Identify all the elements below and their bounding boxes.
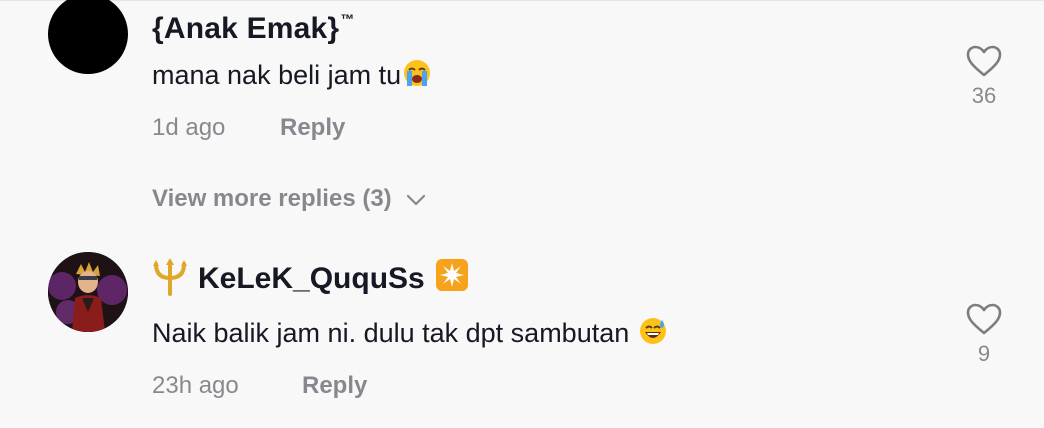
like-button[interactable]: 9 bbox=[962, 302, 1006, 367]
heart-icon bbox=[966, 303, 1002, 335]
avatar[interactable] bbox=[48, 0, 128, 74]
anime-character-avatar-image bbox=[48, 252, 128, 332]
like-button[interactable]: 36 bbox=[962, 44, 1006, 109]
like-count: 9 bbox=[977, 341, 991, 366]
comment-username[interactable]: {Anak Emak}™ bbox=[152, 2, 355, 46]
trademark-sign: ™ bbox=[340, 11, 355, 27]
eight-pointed-star-icon bbox=[435, 259, 468, 291]
view-more-label: View more replies (3) bbox=[152, 185, 392, 212]
grinning-face-with-sweat-icon bbox=[639, 318, 666, 344]
like-count: 36 bbox=[971, 83, 997, 108]
trident-icon bbox=[153, 258, 187, 296]
comment-timestamp: 23h ago bbox=[152, 372, 239, 399]
reply-button[interactable]: Reply bbox=[302, 372, 367, 400]
heart-icon bbox=[966, 45, 1002, 77]
comment-text-content: Naik balik jam ni. dulu tak dpt sambutan bbox=[152, 318, 637, 348]
comment-text: Naik balik jam ni. dulu tak dpt sambutan bbox=[152, 316, 668, 349]
loudly-crying-face-icon bbox=[404, 60, 431, 86]
comment-timestamp: 1d ago bbox=[152, 114, 226, 141]
comment-text-content: mana nak beli jam tu bbox=[152, 60, 402, 90]
comment-text: mana nak beli jam tu bbox=[152, 58, 432, 91]
view-more-replies-button[interactable]: View more replies (3) bbox=[152, 185, 426, 213]
reply-button[interactable]: Reply bbox=[280, 114, 345, 142]
avatar[interactable] bbox=[48, 252, 128, 332]
chevron-down-icon bbox=[406, 194, 425, 206]
username-text[interactable]: KeLeK_QuquSs bbox=[198, 262, 425, 295]
comments-section: {Anak Emak}™ mana nak beli jam tu 1d ago… bbox=[0, 0, 1044, 428]
divider bbox=[0, 0, 1044, 1]
comment-username[interactable]: KeLeK_QuquSs bbox=[198, 258, 469, 296]
username-text[interactable]: {Anak Emak} bbox=[152, 12, 339, 45]
